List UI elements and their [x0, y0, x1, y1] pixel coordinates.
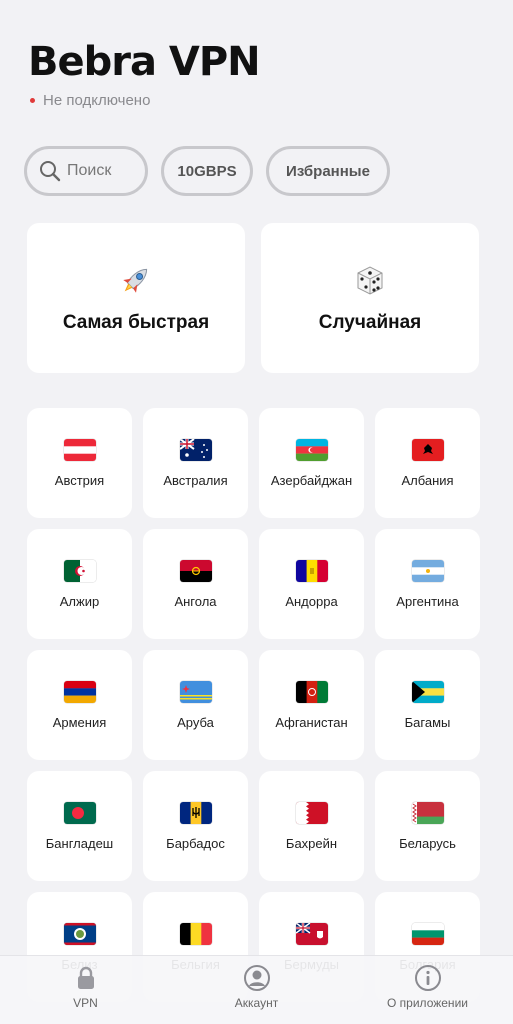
bulgaria-flag-icon: [411, 922, 444, 945]
country-tile-azerbaijan[interactable]: Азербайджан: [259, 408, 364, 518]
country-name: Австрия: [54, 472, 105, 488]
tab-bar: VPN Аккаунт О приложении: [0, 955, 513, 1024]
bermuda-flag-icon: [295, 922, 328, 945]
rocket-icon: [118, 262, 154, 298]
albania-flag-icon: [411, 438, 444, 461]
tab-about[interactable]: О приложении: [342, 956, 513, 1024]
tab-account[interactable]: Аккаунт: [171, 956, 342, 1024]
connection-status: Не подключено: [28, 92, 260, 109]
country-tile-austria[interactable]: Австрия: [27, 408, 132, 518]
country-name: Андорра: [285, 593, 338, 609]
fastest-server-label: Самая быстрая: [62, 312, 210, 333]
lock-icon: [77, 966, 94, 989]
angola-flag-icon: [179, 559, 212, 582]
account-icon: [243, 965, 270, 991]
country-name: Бахрейн: [285, 835, 338, 851]
country-name: Аргентина: [396, 593, 459, 609]
country-tile-algeria[interactable]: Алжир: [27, 529, 132, 639]
filter-bar: Поиск 10GBPS Избранные: [24, 146, 390, 196]
argentina-flag-icon: [411, 559, 444, 582]
connection-status-text: Не подключено: [43, 92, 151, 109]
quick-connect: Самая быстрая Случайная: [27, 223, 479, 373]
country-name: Афганистан: [275, 714, 348, 730]
country-tile-argentina[interactable]: Аргентина: [375, 529, 480, 639]
country-tile-bahamas[interactable]: Багамы: [375, 650, 480, 760]
country-tile-armenia[interactable]: Армения: [27, 650, 132, 760]
country-tile-aruba[interactable]: Аруба: [143, 650, 248, 760]
app-title: Bebra VPN: [28, 39, 261, 85]
country-tile-bangladesh[interactable]: Бангладеш: [27, 771, 132, 881]
tab-vpn[interactable]: VPN: [0, 956, 171, 1024]
tab-about-label: О приложении: [387, 996, 468, 1010]
azerbaijan-flag-icon: [295, 438, 328, 461]
country-grid: Австрия Австралия Азербайджан Албания Алжир А…: [27, 408, 480, 1002]
andorra-flag-icon: [295, 559, 328, 582]
country-name: Аруба: [177, 714, 214, 730]
bangladesh-flag-icon: [63, 801, 96, 824]
country-name: Армения: [52, 714, 107, 730]
country-tile-afghanistan[interactable]: Афганистан: [259, 650, 364, 760]
country-name: Ангола: [174, 593, 217, 609]
belgium-flag-icon: [179, 922, 212, 945]
country-name: Беларусь: [399, 835, 456, 851]
dice-icon: [352, 262, 388, 298]
country-tile-belarus[interactable]: Беларусь: [375, 771, 480, 881]
random-server-label: Случайная: [318, 312, 422, 333]
search-placeholder: Поиск: [67, 162, 112, 179]
bahrain-flag-icon: [295, 801, 328, 824]
bahamas-flag-icon: [411, 680, 444, 703]
country-name: Алжир: [59, 593, 100, 609]
status-dot-icon: [30, 98, 35, 103]
country-tile-albania[interactable]: Албания: [375, 408, 480, 518]
speed-filter-button[interactable]: 10GBPS: [161, 146, 253, 196]
search-input[interactable]: Поиск: [24, 146, 148, 196]
afghanistan-flag-icon: [295, 680, 328, 703]
armenia-flag-icon: [63, 680, 96, 703]
header: Bebra VPN Не подключено: [28, 38, 261, 109]
info-icon: [414, 965, 441, 991]
favorites-filter-button[interactable]: Избранные: [266, 146, 390, 196]
tab-vpn-label: VPN: [73, 996, 98, 1010]
fastest-server-card[interactable]: Самая быстрая: [27, 223, 245, 373]
belarus-flag-icon: [411, 801, 444, 824]
algeria-flag-icon: [63, 559, 96, 582]
barbados-flag-icon: [179, 801, 212, 824]
aruba-flag-icon: [179, 680, 212, 703]
country-name: Барбадос: [166, 835, 225, 851]
country-tile-barbados[interactable]: Барбадос: [143, 771, 248, 881]
country-name: Багамы: [404, 714, 451, 730]
belize-flag-icon: [63, 922, 96, 945]
country-tile-andorra[interactable]: Андорра: [259, 529, 364, 639]
country-tile-bahrain[interactable]: Бахрейн: [259, 771, 364, 881]
country-tile-angola[interactable]: Ангола: [143, 529, 248, 639]
country-name: Азербайджан: [270, 472, 353, 488]
tab-account-label: Аккаунт: [234, 996, 279, 1010]
austria-flag-icon: [63, 438, 96, 461]
country-name: Албания: [401, 472, 454, 488]
random-server-card[interactable]: Случайная: [261, 223, 479, 373]
australia-flag-icon: [179, 438, 212, 461]
country-name: Австралия: [163, 472, 228, 488]
country-tile-australia[interactable]: Австралия: [143, 408, 248, 518]
search-icon: [40, 161, 61, 182]
country-name: Бангладеш: [45, 835, 114, 851]
